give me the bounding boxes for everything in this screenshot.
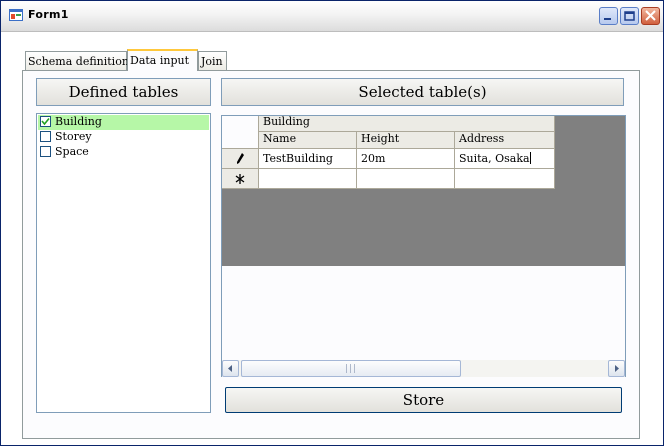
checkmark-icon: [41, 117, 50, 126]
space-checkbox[interactable]: [40, 146, 51, 157]
form-client-area: Schema definition Data input Join Define…: [1, 32, 663, 445]
close-button[interactable]: [641, 7, 660, 25]
close-icon: [645, 10, 656, 21]
minimize-icon: [604, 18, 611, 20]
defined-tables-list[interactable]: Building Storey Space: [36, 113, 211, 413]
selected-tables-header[interactable]: Selected table(s): [221, 78, 624, 106]
app-icon: [9, 9, 23, 21]
list-item-label: Building: [55, 115, 102, 128]
scroll-thumb[interactable]: |||: [241, 360, 461, 377]
list-item-building[interactable]: Building: [38, 115, 209, 130]
list-item-storey[interactable]: Storey: [38, 130, 209, 145]
grid-border: [221, 115, 626, 377]
minimize-button[interactable]: [599, 7, 618, 25]
main-window: Form1 Schema definition Data input Join …: [0, 0, 664, 446]
storey-checkbox[interactable]: [40, 131, 51, 142]
window-title: Form1: [28, 8, 69, 21]
scroll-left-button[interactable]: [222, 360, 239, 377]
list-item-label: Storey: [55, 130, 92, 143]
title-bar[interactable]: Form1: [1, 1, 663, 32]
list-item-space[interactable]: Space: [38, 145, 209, 160]
horizontal-scrollbar[interactable]: |||: [222, 360, 625, 377]
arrow-left-icon: [228, 365, 232, 372]
defined-tables-header[interactable]: Defined tables: [36, 78, 211, 106]
building-checkbox[interactable]: [40, 116, 51, 127]
data-input-page: Defined tables Selected table(s) Buildin…: [22, 70, 640, 439]
store-button[interactable]: Store: [225, 387, 622, 413]
scroll-grip-icon: |||: [345, 364, 358, 374]
maximize-icon: [624, 11, 635, 21]
tab-schema-definition[interactable]: Schema definition: [25, 51, 129, 70]
tab-join[interactable]: Join: [198, 51, 227, 70]
maximize-button[interactable]: [620, 7, 639, 25]
tab-data-input[interactable]: Data input: [127, 49, 198, 71]
arrow-right-icon: [615, 365, 619, 372]
scroll-right-button[interactable]: [608, 360, 625, 377]
list-item-label: Space: [55, 145, 89, 158]
